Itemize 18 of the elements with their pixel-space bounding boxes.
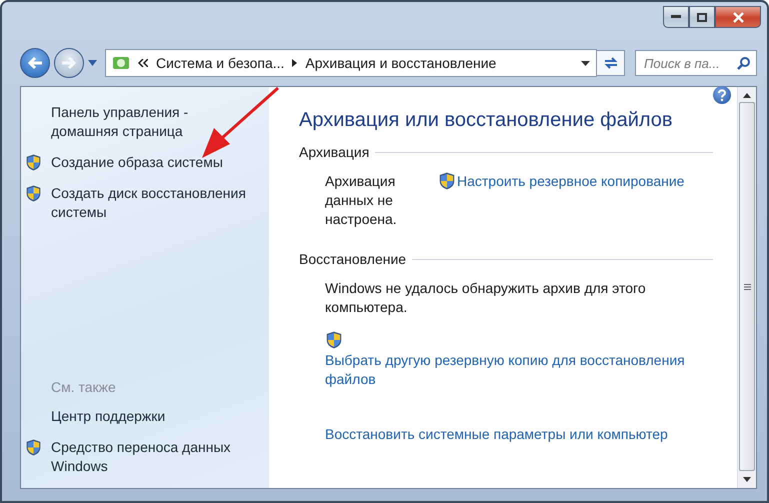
task-link[interactable]: Выбрать другую резервную копию для восстановления файлов — [325, 331, 713, 389]
status-text: Windows не удалось обнаружить архив для этого компьютера. — [325, 279, 647, 317]
sidebar-link[interactable]: Создать диск восстановления системы — [21, 184, 261, 222]
address-bar[interactable]: Система и безопа... Архивация и восстановление — [105, 49, 597, 77]
status-text: Архивация данных не настроена. — [325, 172, 398, 229]
breadcrumb[interactable]: Архивация и восстановление — [305, 55, 496, 71]
sidebar-link[interactable]: Центр поддержки — [21, 407, 261, 426]
section-heading: Архивация — [299, 144, 370, 160]
search-field[interactable]: Поиск в па... — [635, 50, 757, 76]
page-title: Архивация или восстановление файлов — [299, 109, 674, 132]
sidebar-link[interactable]: Панель управления - домашняя страница — [21, 103, 261, 141]
task-link[interactable]: Настроить резервное копирование — [438, 172, 684, 191]
sidebar-link[interactable]: Средство переноса данных Windows — [21, 438, 261, 476]
sidebar-link[interactable]: Создание образа системы — [21, 153, 261, 172]
task-link[interactable]: Восстановить системные параметры или компьютер — [325, 425, 713, 444]
section-heading: Восстановление — [299, 251, 406, 267]
breadcrumb[interactable]: Система и безопа... — [156, 55, 284, 71]
see-also-label: См. также — [50, 379, 117, 395]
